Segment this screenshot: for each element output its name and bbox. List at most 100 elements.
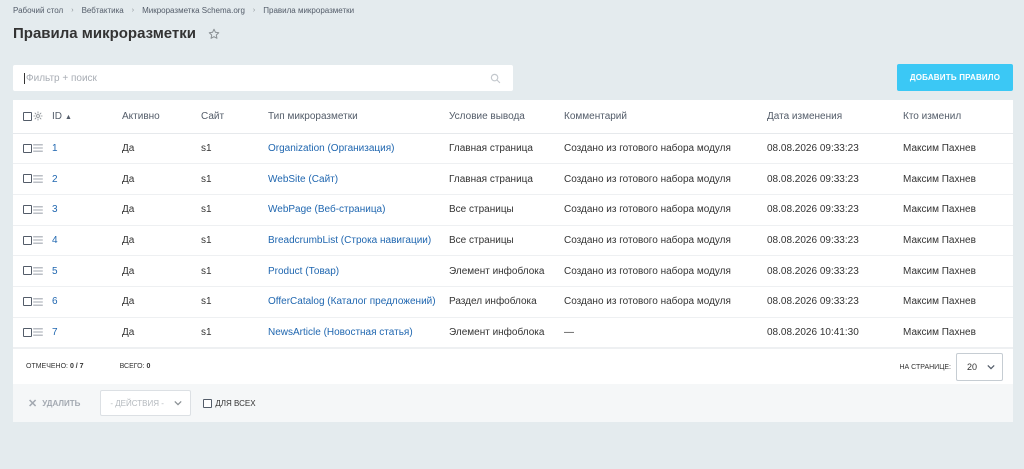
filter-search-box[interactable] [13,65,513,91]
chevron-down-icon [174,400,182,406]
row-type-link[interactable]: OfferCatalog (Каталог предложений) [268,296,436,307]
breadcrumb-item-current: Правила микроразметки [263,6,355,15]
row-id-link[interactable]: 5 [52,266,58,277]
rules-grid: ID ▲ Активно Сайт Тип микроразметки Услов… [13,100,1013,385]
per-page-select[interactable]: 20 [956,353,1003,382]
row-condition: Главная страница [449,163,564,195]
row-active: Да [122,255,201,287]
action-panel: ✕ УДАЛИТЬ - ДЕЙСТВИЯ - ДЛЯ ВСЕХ [13,384,1013,422]
menu-icon[interactable] [33,205,43,214]
row-author: Максим Пахнев [903,163,1013,195]
total-count: ВСЕГО: 0 [119,363,151,371]
row-type-link[interactable]: WebSite (Сайт) [268,174,338,185]
row-author: Максим Пахнев [903,225,1013,257]
row-active: Да [122,225,201,257]
actions-select[interactable]: - ДЕЙСТВИЯ - [100,390,192,416]
table-row[interactable]: 4 Да s1 BreadcrumbList (Строка навигации… [13,225,1013,257]
column-header-author[interactable]: Кто изменил [903,100,1013,134]
column-header-condition[interactable]: Условие вывода [449,100,564,134]
menu-icon[interactable] [33,236,43,244]
row-checkbox[interactable] [23,205,32,215]
row-date: 08.08.2026 09:33:23 [767,225,903,257]
column-header-type[interactable]: Тип микроразметки [268,100,449,134]
row-type-link[interactable]: Product (Товар) [268,266,339,277]
row-id-link[interactable]: 6 [52,296,58,307]
checkbox[interactable] [203,398,213,408]
table-row[interactable]: 2 Да s1 WebSite (Сайт) Главная страница … [13,163,1013,195]
column-header-active[interactable]: Активно [122,100,201,134]
row-type-link[interactable]: Organization (Организация) [268,143,394,154]
row-checkbox[interactable] [23,266,32,276]
breadcrumb-item[interactable]: Микроразметка Schema.org [142,6,245,15]
table-row[interactable]: 7 Да s1 NewsArticle (Новостная статья) Э… [13,317,1013,349]
row-checkbox[interactable] [23,143,32,153]
row-active: Да [122,163,201,195]
table-row[interactable]: 5 Да s1 Product (Товар) Элемент инфоблок… [13,255,1013,287]
grid-footer: ОТМЕЧЕНО: 0 / 7 ВСЕГО: 0 НА СТРАНИЦЕ: 20 [13,348,1013,384]
row-date: 08.08.2026 09:33:23 [767,194,903,226]
row-id-link[interactable]: 7 [52,327,58,338]
selected-count: ОТМЕЧЕНО: 0 / 7 [26,363,84,371]
breadcrumb-item[interactable]: Рабочий стол [13,6,63,15]
add-rule-button[interactable]: ДОБАВИТЬ ПРАВИЛО [897,64,1013,91]
chevron-down-icon [987,365,995,370]
row-site: s1 [201,194,268,226]
menu-icon[interactable] [33,328,43,337]
row-condition: Элемент инфоблока [449,255,564,287]
row-active: Да [122,194,201,226]
row-id-link[interactable]: 1 [52,143,58,154]
per-page-label: НА СТРАНИЦЕ: [899,363,951,371]
table-row[interactable]: 3 Да s1 WebPage (Веб-страница) Все стран… [13,194,1013,226]
for-all-checkbox[interactable]: ДЛЯ ВСЕХ [203,398,256,408]
search-input[interactable] [24,72,490,84]
row-site: s1 [201,225,268,257]
menu-icon[interactable] [33,297,43,306]
breadcrumb: Рабочий стол › Вебтактика › Микроразметк… [13,6,354,15]
row-condition: Элемент инфоблока [449,317,564,349]
row-author: Максим Пахнев [903,286,1013,318]
row-author: Максим Пахнев [903,317,1013,349]
row-active: Да [122,317,201,349]
row-site: s1 [201,286,268,318]
row-type-link[interactable]: WebPage (Веб-страница) [268,204,385,215]
chevron-right-icon: › [252,7,256,14]
row-checkbox[interactable] [23,235,32,245]
star-icon[interactable] [208,28,220,40]
column-header-site[interactable]: Сайт [201,100,268,134]
row-date: 08.08.2026 10:41:30 [767,317,903,349]
row-comment: Создано из готового набора модуля [564,163,767,195]
row-comment: Создано из готового набора модуля [564,225,767,257]
menu-icon[interactable] [33,144,43,152]
chevron-right-icon: › [71,7,74,14]
row-checkbox[interactable] [23,327,32,337]
table-row[interactable]: 1 Да s1 Organization (Организация) Главн… [13,133,1013,165]
row-id-link[interactable]: 4 [52,235,58,246]
row-comment: Создано из готового набора модуля [564,133,767,165]
row-comment: Создано из готового набора модуля [564,255,767,287]
row-id-link[interactable]: 2 [52,174,58,185]
table-row[interactable]: 6 Да s1 OfferCatalog (Каталог предложени… [13,286,1013,318]
row-condition: Раздел инфоблока [449,286,564,318]
menu-icon[interactable] [33,267,43,275]
row-date: 08.08.2026 09:33:23 [767,163,903,195]
row-checkbox[interactable] [23,297,32,307]
row-type-link[interactable]: NewsArticle (Новостная статья) [268,327,413,338]
select-all-checkbox[interactable] [23,111,32,121]
row-type-link[interactable]: BreadcrumbList (Строка навигации) [268,235,431,246]
row-comment: Создано из готового набора модуля [564,194,767,226]
menu-icon[interactable] [33,175,43,183]
search-icon[interactable] [490,73,501,84]
row-site: s1 [201,133,268,165]
row-author: Максим Пахнев [903,133,1013,165]
row-condition: Все страницы [449,225,564,257]
row-site: s1 [201,255,268,287]
row-id-link[interactable]: 3 [52,204,58,215]
column-header-date[interactable]: Дата изменения [767,100,903,134]
row-checkbox[interactable] [23,174,32,184]
rules-table: ID ▲ Активно Сайт Тип микроразметки Услов… [13,100,1013,349]
column-header-comment[interactable]: Комментарий [564,100,767,134]
delete-button[interactable]: ✕ УДАЛИТЬ [28,397,80,410]
breadcrumb-item[interactable]: Вебтактика [82,6,124,15]
column-header-id[interactable]: ID ▲ [52,100,122,134]
gear-icon[interactable] [33,111,43,121]
